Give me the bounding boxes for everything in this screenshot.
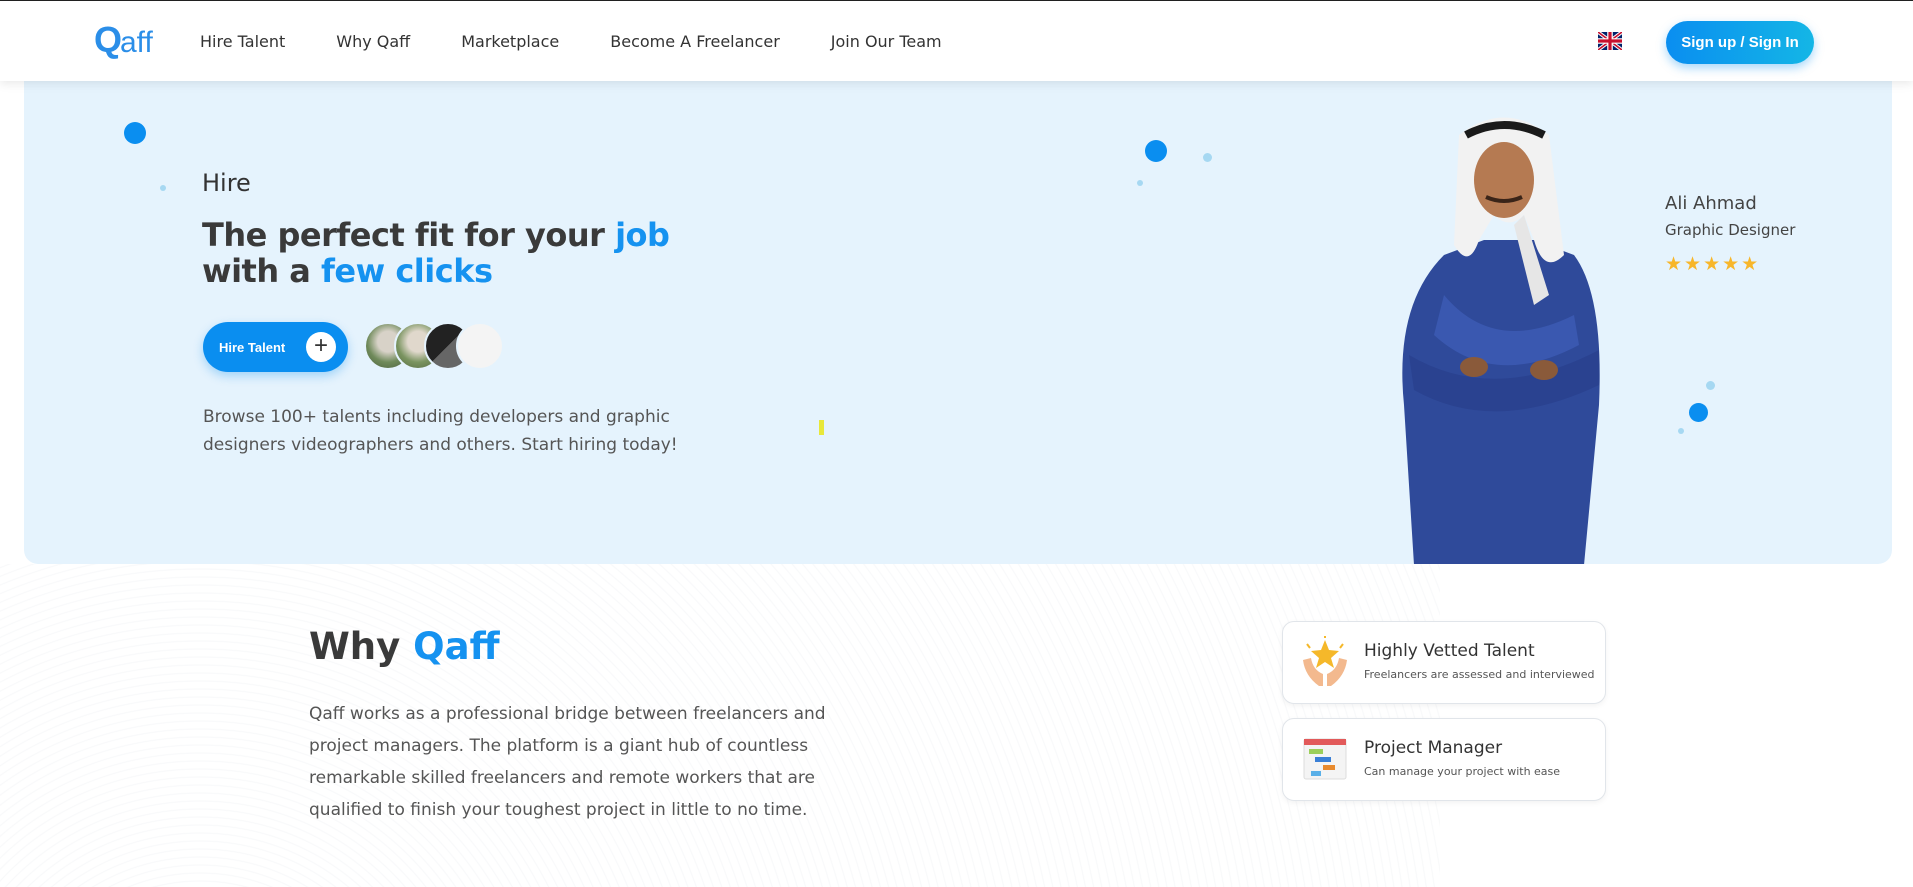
why-qaff-description: Qaff works as a professional bridge betw…: [309, 704, 826, 820]
feature-subtitle: Can manage your project with ease: [1364, 765, 1561, 778]
why-title-highlight: Qaff: [413, 625, 500, 668]
rating-stars: ★★★★★: [1665, 253, 1761, 275]
main-nav: Hire Talent Why Qaff Marketplace Become …: [200, 1, 993, 81]
qaff-logo[interactable]: Q aff: [94, 17, 168, 63]
decor-dot: [160, 185, 166, 191]
feature-card-vetted-talent: Highly Vetted Talent Freelancers are ass…: [1282, 621, 1606, 704]
uk-flag-icon[interactable]: [1598, 32, 1622, 50]
plus-icon: +: [306, 332, 336, 362]
decor-bar: [819, 420, 824, 435]
hero-description: Browse 100+ talents including developers…: [203, 407, 678, 455]
hire-talent-button[interactable]: Hire Talent +: [203, 322, 348, 372]
decor-dot: [1145, 140, 1167, 162]
svg-text:Q: Q: [94, 19, 122, 60]
featured-talent-photo: [1402, 117, 1600, 564]
nav-marketplace[interactable]: Marketplace: [461, 32, 559, 51]
feature-card-project-manager: Project Manager Can manage your project …: [1282, 718, 1606, 801]
hero-title-text: with a: [202, 252, 321, 290]
hero-subtitle: Hire: [202, 169, 251, 197]
star-hands-icon: [1303, 636, 1347, 686]
svg-text:aff: aff: [120, 26, 153, 59]
hero-section: Hire The perfect fit for your job with a…: [24, 81, 1892, 564]
decor-dot: [1203, 153, 1212, 162]
hero-title-text: The perfect fit for your: [202, 216, 616, 254]
site-header: Q aff Hire Talent Why Qaff Marketplace B…: [0, 1, 1913, 81]
nav-become-freelancer[interactable]: Become A Freelancer: [610, 32, 780, 51]
nav-hire-talent[interactable]: Hire Talent: [200, 32, 285, 51]
decor-dot: [1706, 381, 1715, 390]
decor-dot: [1137, 180, 1143, 186]
decor-dot: [1678, 428, 1684, 434]
feature-subtitle: Freelancers are assessed and interviewed: [1364, 668, 1595, 681]
signup-signin-button[interactable]: Sign up / Sign In: [1666, 21, 1814, 64]
decor-dot: [1689, 403, 1708, 422]
profile-role: Graphic Designer: [1665, 221, 1796, 239]
feature-title: Project Manager: [1364, 738, 1503, 758]
hero-title-highlight: few clicks: [320, 252, 493, 290]
decor-dot: [124, 122, 146, 144]
gantt-chart-icon: [1303, 738, 1347, 780]
why-qaff-title: Why Qaff: [309, 625, 500, 668]
nav-why-qaff[interactable]: Why Qaff: [336, 32, 410, 51]
hire-talent-label: Hire Talent: [219, 339, 286, 355]
nav-join-our-team[interactable]: Join Our Team: [831, 32, 942, 51]
avatar: [456, 322, 504, 370]
hero-title: The perfect fit for your job with a few …: [202, 217, 722, 289]
profile-name: Ali Ahmad: [1665, 193, 1757, 214]
hero-title-highlight: job: [615, 216, 670, 254]
why-title-text: Why: [309, 625, 414, 668]
feature-title: Highly Vetted Talent: [1364, 641, 1535, 661]
